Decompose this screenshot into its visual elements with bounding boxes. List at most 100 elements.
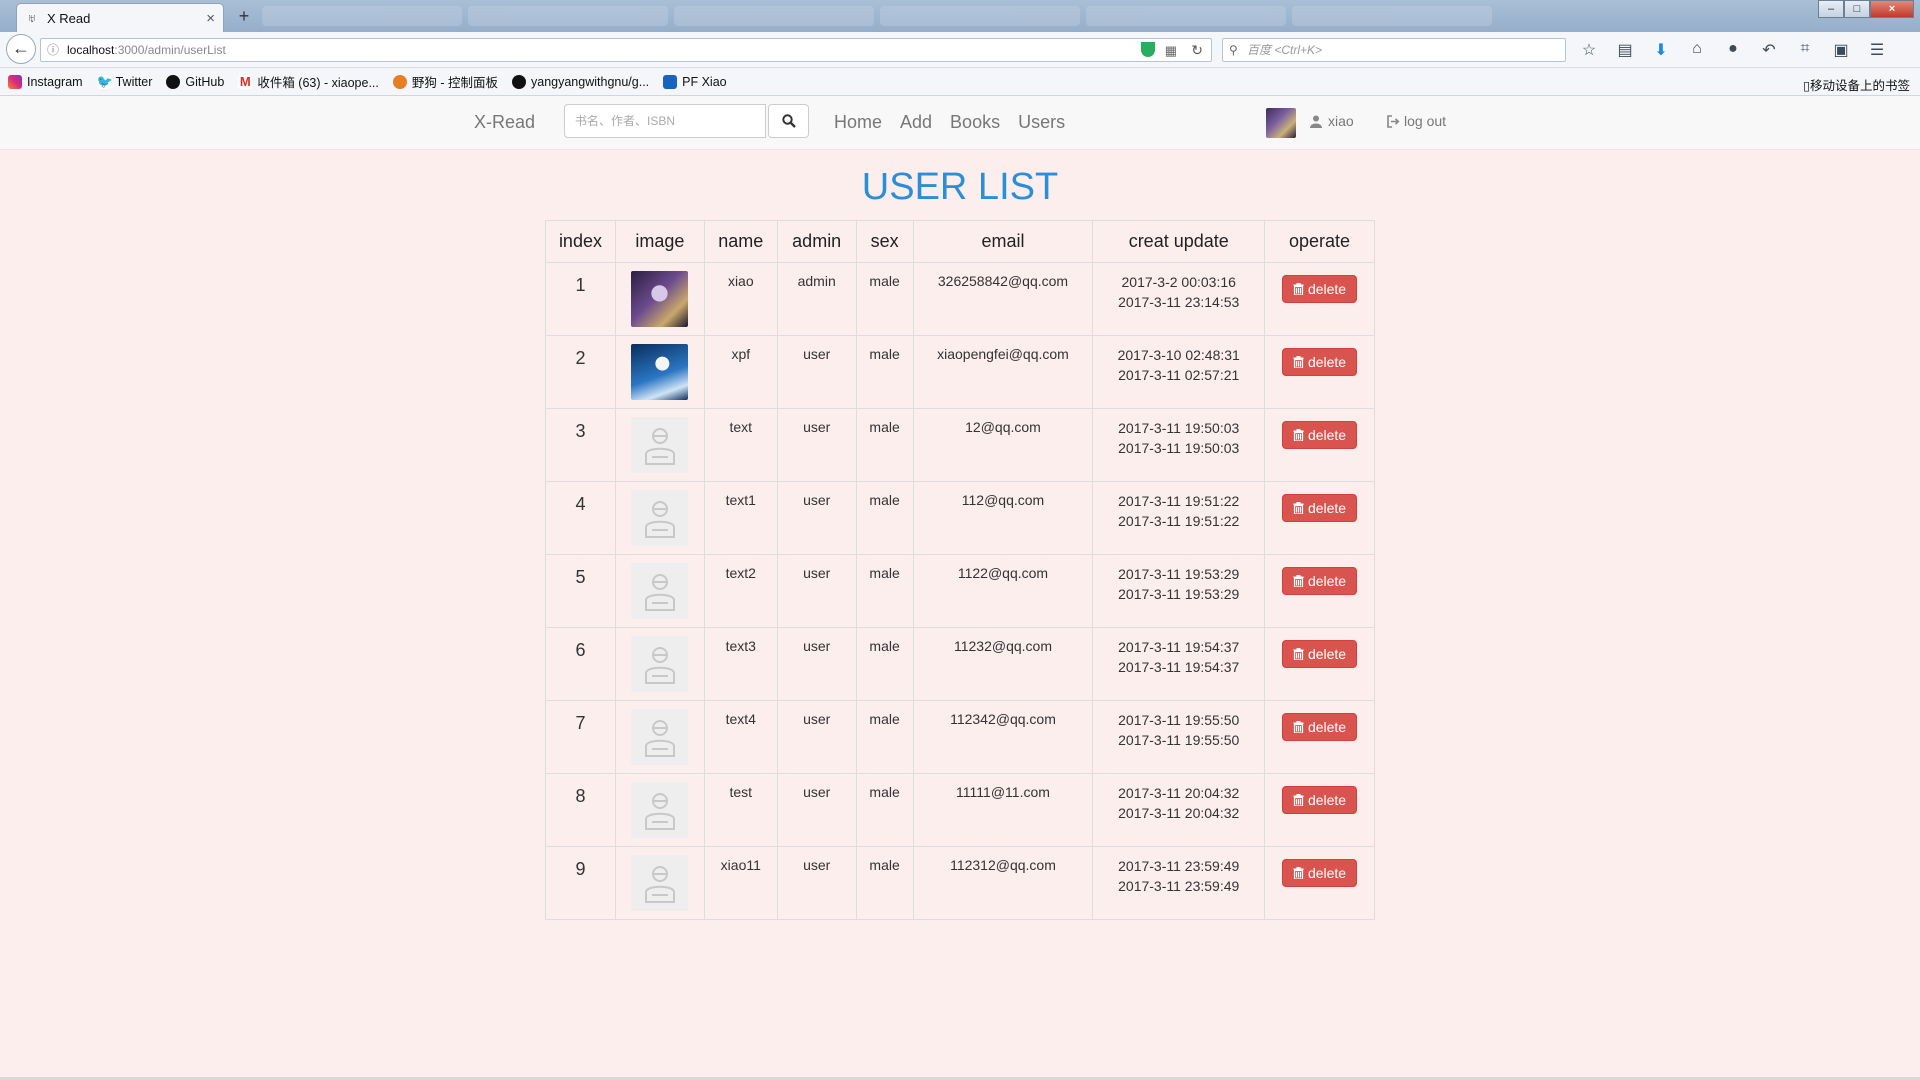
tab-close-icon[interactable]: × [206,10,215,27]
row-operate: delete [1264,700,1375,774]
row-image-cell [614,554,705,628]
row-admin: user [776,627,857,701]
chat-icon[interactable]: ● [1722,40,1744,60]
download-icon[interactable]: ⬇ [1650,40,1672,60]
col-image: image [614,220,705,263]
browser-tab-bar: ♅ X Read × + ‒ □ × [0,0,1920,32]
background-tabs [262,6,1762,28]
row-index: 7 [545,700,616,774]
minimize-icon[interactable]: ‒ [1818,0,1844,18]
bookmark-label: Instagram [27,74,83,89]
nav-home[interactable]: Home [834,112,882,133]
user-menu[interactable]: xiao [1310,113,1354,129]
default-avatar-icon [631,563,689,619]
delete-button[interactable]: delete [1281,640,1358,668]
row-admin: user [776,846,857,920]
bookmark-instagram[interactable]: Instagram [8,74,83,89]
row-updated: 2017-3-11 19:51:22 [1118,513,1240,529]
row-email: 112312@qq.com [912,846,1094,920]
delete-button[interactable]: delete [1281,494,1358,522]
new-tab-icon[interactable]: + [234,6,254,27]
site-info-icon[interactable]: ⓘ [47,39,59,61]
delete-label: delete [1307,792,1347,808]
delete-label: delete [1307,865,1347,881]
row-index: 4 [545,481,616,555]
bookmark-yangyang[interactable]: yangyangwithgnu/g... [512,74,649,89]
row-updated: 2017-3-11 20:04:32 [1118,805,1240,821]
back-arrow-icon[interactable]: ← [6,34,36,64]
row-index: 3 [545,408,616,482]
delete-button[interactable]: delete [1281,567,1358,595]
logout-link[interactable]: log out [1386,113,1446,129]
qr-code-icon[interactable]: ▦ [1165,40,1177,62]
reload-icon[interactable]: ↻ [1191,39,1203,61]
bookmark-github[interactable]: GitHub [166,74,224,89]
address-bar[interactable]: ⓘ localhost:3000/admin/userList ▦ ↻ [40,38,1212,62]
delete-label: delete [1307,354,1347,370]
nav-add[interactable]: Add [900,112,932,133]
undo-icon[interactable]: ↶ [1758,40,1780,60]
row-sex: male [855,627,914,701]
bookmark-pfxiao[interactable]: PF Xiao [663,74,727,89]
screenshot-icon[interactable]: ▣ [1830,40,1852,60]
delete-button[interactable]: delete [1281,713,1358,741]
trash-icon [1293,575,1304,587]
row-image-cell [614,335,705,409]
bookmark-star-icon[interactable]: ☆ [1578,40,1600,60]
row-image-cell [614,773,705,847]
row-updated: 2017-3-11 19:55:50 [1118,732,1240,748]
crop-icon[interactable]: ⌗ [1794,40,1816,60]
user-avatar [631,344,689,400]
reading-list-icon[interactable]: ▤ [1614,40,1636,60]
col-index: index [545,220,616,263]
window-close-icon[interactable]: × [1870,0,1914,18]
menu-icon[interactable]: ☰ [1866,40,1888,60]
row-updated: 2017-3-11 23:14:53 [1118,294,1240,310]
row-email: 12@qq.com [912,408,1094,482]
row-dates: 2017-3-11 19:55:50 2017-3-11 19:55:50 [1092,700,1266,774]
mobile-bookmarks[interactable]: ▯移动设备上的书签 [1803,75,1910,94]
trash-icon [1293,283,1304,295]
browser-tab[interactable]: ♅ X Read × [16,3,224,32]
row-dates: 2017-3-2 00:03:16 2017-3-11 23:14:53 [1092,262,1266,336]
bookmark-gmail[interactable]: M 收件箱 (63) - xiaope... [238,72,379,91]
book-search-input[interactable] [564,104,766,138]
row-index: 8 [545,773,616,847]
table-row: 1 xiao admin male 326258842@qq.com 2017-… [545,262,1375,336]
trash-icon [1293,648,1304,660]
pf-icon [663,74,678,89]
avatar[interactable] [1266,108,1296,138]
github-icon [512,74,526,89]
row-image-cell [614,627,705,701]
delete-button[interactable]: delete [1281,859,1358,887]
row-email: 11111@11.com [912,773,1094,847]
bookmark-wilddog[interactable]: 野狗 - 控制面板 [392,72,498,91]
brand-link[interactable]: X-Read [474,112,535,133]
row-sex: male [855,554,914,628]
delete-button[interactable]: delete [1281,348,1358,376]
row-updated: 2017-3-11 23:59:49 [1118,878,1240,894]
delete-button[interactable]: delete [1281,786,1358,814]
default-avatar-icon [631,855,689,911]
bookmark-label: 野狗 - 控制面板 [411,76,498,90]
browser-toolbar: ← ⓘ localhost:3000/admin/userList ▦ ↻ ⚲ … [0,32,1920,68]
nav-users[interactable]: Users [1018,112,1065,133]
search-button[interactable] [768,104,809,138]
browser-search-input[interactable]: ⚲ 百度 <Ctrl+K> [1222,38,1566,62]
delete-button[interactable]: delete [1281,421,1358,449]
home-icon[interactable]: ⌂ [1686,40,1708,60]
row-image-cell [614,262,705,336]
url-path: :3000/admin/userList [114,43,226,57]
col-dates: creat update [1092,220,1266,263]
bookmark-twitter[interactable]: 🐦 Twitter [96,74,152,89]
nav-books[interactable]: Books [950,112,1000,133]
row-name: text1 [703,481,778,555]
row-created: 2017-3-11 19:53:29 [1118,566,1240,582]
row-dates: 2017-3-11 19:54:37 2017-3-11 19:54:37 [1092,627,1266,701]
maximize-icon[interactable]: □ [1844,0,1870,18]
shield-icon[interactable] [1141,42,1155,57]
row-admin: user [776,408,857,482]
delete-button[interactable]: delete [1281,275,1358,303]
row-operate: delete [1264,773,1375,847]
trash-icon [1293,356,1304,368]
